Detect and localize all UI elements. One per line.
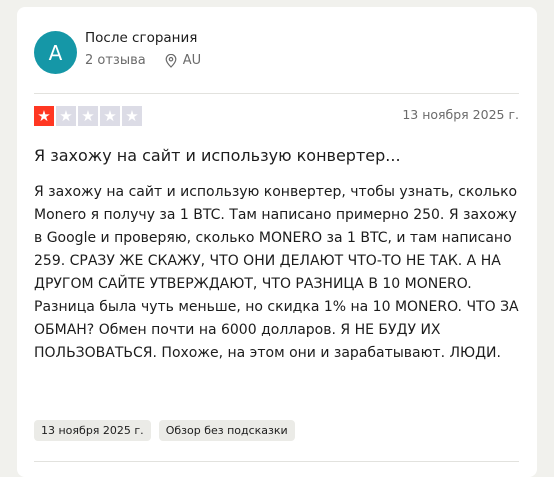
star-icon: ★ xyxy=(100,106,120,126)
author-name[interactable]: После сгорания xyxy=(85,30,197,46)
avatar[interactable]: A xyxy=(34,31,77,74)
review-date: 13 ноября 2025 г. xyxy=(402,107,519,122)
star-icon: ★ xyxy=(78,106,98,126)
divider xyxy=(34,93,519,94)
location-pin-icon xyxy=(165,53,177,68)
star-icon: ★ xyxy=(34,106,54,126)
author-meta: 2 отзыва AU xyxy=(85,53,201,68)
tag-unprompted: Обзор без подсказки xyxy=(158,420,295,441)
review-card: A После сгорания 2 отзыва AU ★ ★ ★ ★ ★ 13 но… xyxy=(17,7,537,477)
avatar-initial: A xyxy=(48,40,63,65)
tag-date: 13 ноября 2025 г. xyxy=(34,420,151,441)
review-tags: 13 ноября 2025 г. Обзор без подсказки xyxy=(34,420,295,441)
star-icon: ★ xyxy=(122,106,142,126)
reviews-count: 2 отзыва xyxy=(85,53,146,68)
review-body: Я захожу на сайт и использую конвертер, … xyxy=(34,184,519,361)
star-icon: ★ xyxy=(56,106,76,126)
star-rating: ★ ★ ★ ★ ★ xyxy=(34,106,142,126)
divider xyxy=(34,461,519,462)
country-code: AU xyxy=(182,53,202,68)
review-title[interactable]: Я захожу на сайт и использую конвертер..… xyxy=(34,146,401,165)
